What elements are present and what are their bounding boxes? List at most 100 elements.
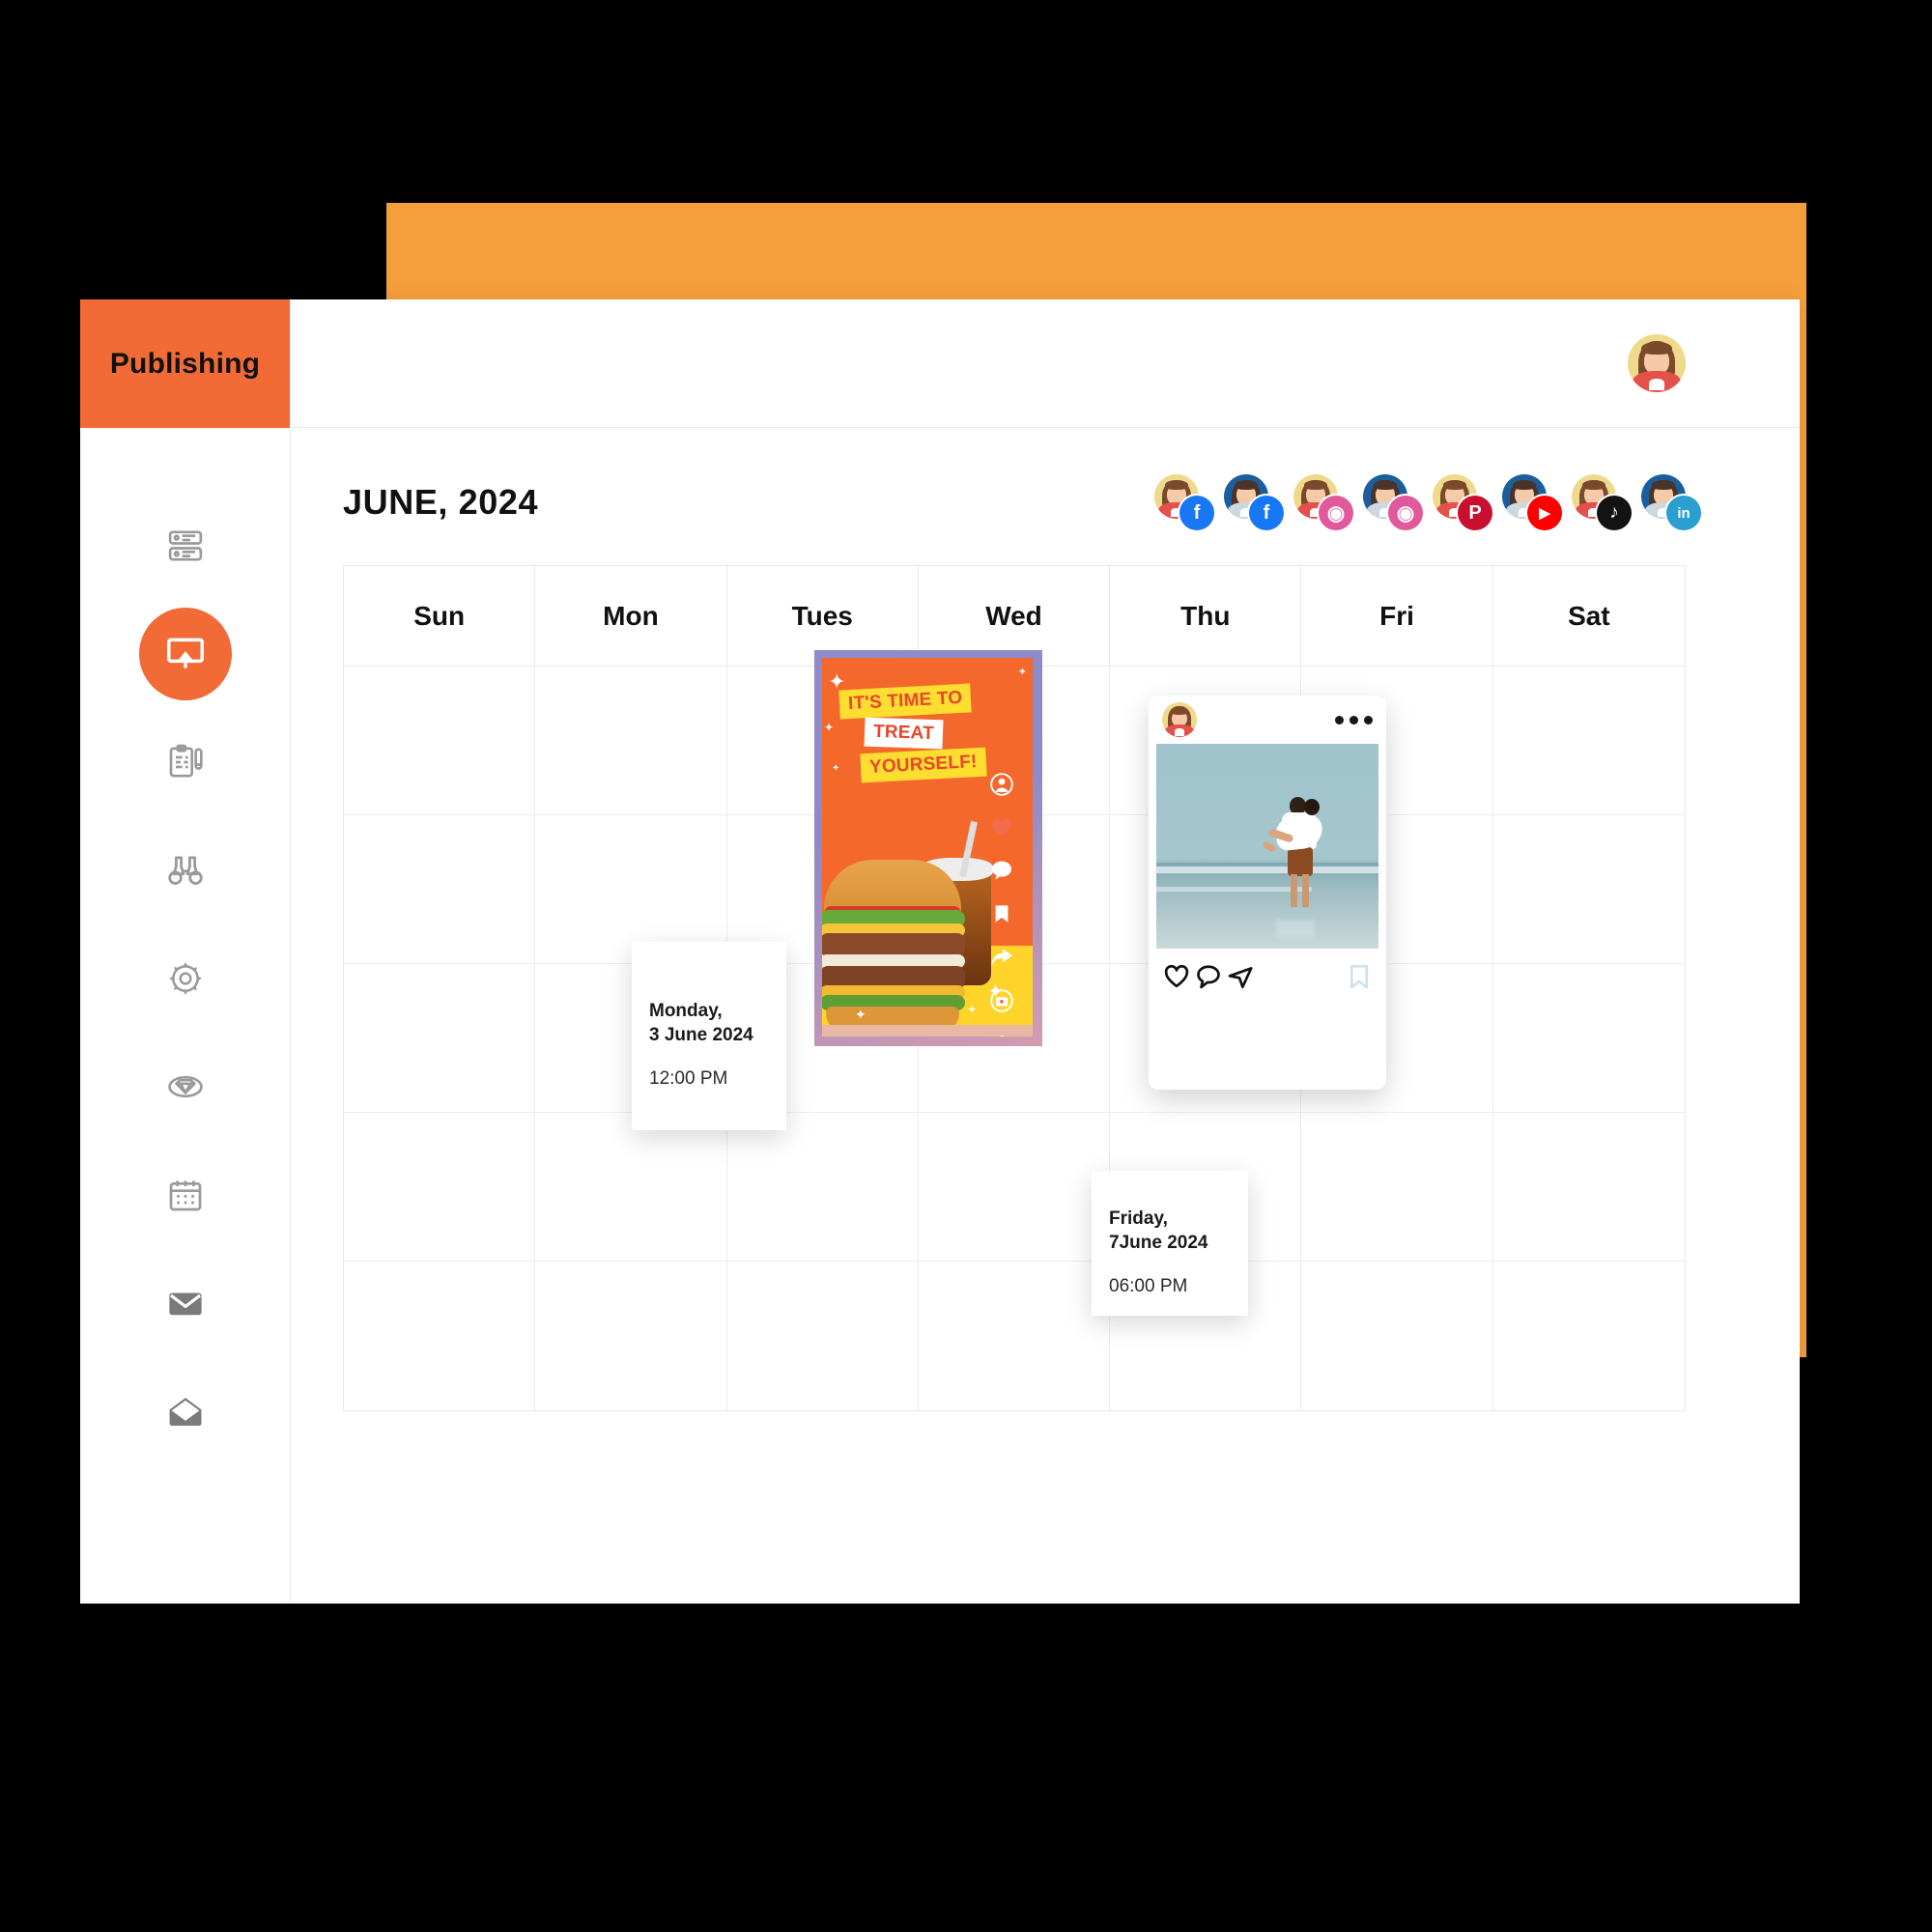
linkedin-icon: in [1666, 496, 1701, 530]
calendar-day-cell[interactable] [344, 1262, 536, 1410]
profile-icon[interactable] [980, 772, 1023, 797]
account-chip-linkedin[interactable]: in [1641, 474, 1701, 530]
sidebar-item-messages[interactable] [139, 1365, 232, 1458]
calendar-day-cell[interactable] [1492, 964, 1685, 1113]
account-chip-facebook[interactable]: f [1224, 474, 1284, 530]
calendar-day-cell[interactable] [1492, 815, 1685, 964]
account-chip-tiktok[interactable]: ♪ [1572, 474, 1632, 530]
calendar-day-header: Fri [1301, 566, 1493, 667]
calendar-day-cell[interactable] [344, 667, 536, 815]
avatar-fringe [1170, 706, 1189, 715]
account-chip-facebook[interactable]: f [1154, 474, 1214, 530]
schedule-card-monday[interactable]: Monday, 3 June 2024 12:00 PM [632, 942, 786, 1130]
calendar-day-cell[interactable] [344, 1113, 536, 1262]
gear-icon [166, 959, 205, 998]
calendar-header: JUNE, 2024 f f ◉ ◉ P ▶ ♪ in [291, 428, 1800, 530]
post-photo-beach-couple [1156, 744, 1378, 949]
couple-figure [1261, 797, 1334, 909]
calendar-day-cell[interactable] [1493, 1262, 1685, 1410]
calendar-day-cell[interactable] [344, 964, 536, 1113]
schedule-card-time: 06:00 PM [1109, 1276, 1188, 1297]
sidebar-item-calendar[interactable] [139, 1149, 232, 1241]
avatar-fringe [1304, 479, 1327, 491]
wave-foam [1156, 867, 1378, 874]
story-headline: IT'S TIME TO TREAT YOURSELF! [838, 683, 1031, 783]
envelope-closed-icon [165, 1283, 206, 1323]
schedule-card-day: Monday, 3 June 2024 [649, 1000, 786, 1047]
avatar[interactable] [1162, 702, 1197, 737]
comment-icon[interactable] [980, 859, 1023, 882]
avatar-fringe [1235, 479, 1258, 491]
calendar-day-cell[interactable] [535, 1113, 727, 1262]
calendar-day-header: Sat [1492, 566, 1685, 667]
more-options-icon[interactable] [1335, 715, 1373, 724]
sidebar-item-settings[interactable] [139, 932, 232, 1025]
brand-header: Publishing [80, 299, 290, 428]
avatar-collar [1174, 728, 1185, 736]
sparkle-icon: ✦ [1017, 667, 1027, 678]
headline-line-3: YOURSELF! [860, 747, 987, 783]
avatar-fringe [1641, 341, 1672, 355]
diamond-icon [165, 1066, 206, 1107]
sidebar-item-monitoring[interactable] [139, 824, 232, 917]
page-title: JUNE, 2024 [343, 482, 539, 522]
calendar-day-cell[interactable] [727, 1262, 919, 1410]
instagram-primary-actions [1162, 963, 1255, 995]
sidebar-item-content-planner[interactable] [139, 716, 232, 809]
calendar-icon [166, 1176, 205, 1214]
heart-icon[interactable] [1162, 963, 1191, 995]
woman-head [1303, 799, 1320, 816]
story-action-rail [980, 772, 1023, 1037]
heart-icon[interactable] [980, 816, 1023, 839]
comment-icon[interactable] [1195, 963, 1222, 995]
calendar-day-cell[interactable] [918, 1113, 1111, 1262]
calendar-week-row [344, 1113, 1685, 1262]
screenshot-stage: Publishing JUNE, 2024 f f ◉ ◉ P ▶ ♪ in S… [0, 0, 1932, 1932]
calendar-day-cell[interactable] [1301, 1262, 1493, 1410]
calendar-day-cell[interactable] [919, 1262, 1111, 1410]
man-leg [1290, 874, 1297, 908]
account-chip-pinterest[interactable]: P [1433, 474, 1492, 530]
burger-stack [822, 860, 965, 1033]
calendar-day-cell[interactable] [1301, 1113, 1493, 1262]
sea [1156, 862, 1378, 949]
instagram-post-header [1149, 696, 1386, 744]
account-chip-instagram[interactable]: ◉ [1363, 474, 1423, 530]
calendar-day-header: Thu [1110, 566, 1302, 667]
avatar-fringe [1165, 479, 1188, 491]
calendar-week-row [344, 1262, 1685, 1410]
share-icon[interactable] [980, 946, 1023, 969]
calendar-day-cell[interactable] [726, 1113, 919, 1262]
calendar-day-cell[interactable] [535, 667, 727, 815]
water-reflection [1276, 920, 1316, 938]
bookmark-icon[interactable] [1346, 964, 1373, 995]
sidebar-item-publishing[interactable] [138, 608, 232, 700]
sidebar-item-rewards[interactable] [139, 1040, 232, 1133]
sidebar-item-dashboard-server[interactable] [139, 499, 232, 592]
calendar-day-cell[interactable] [1492, 667, 1685, 815]
calendar-day-cell[interactable] [535, 1262, 727, 1410]
main-content: JUNE, 2024 f f ◉ ◉ P ▶ ♪ in Sun Mon Tues Wed Thu Fri… [291, 299, 1800, 1604]
schedule-card-friday[interactable]: Friday, 7June 2024 06:00 PM [1092, 1171, 1248, 1316]
clipboard-pen-icon [166, 743, 205, 781]
calendar-day-cell[interactable] [1492, 1113, 1685, 1262]
tiktok-icon: ♪ [1597, 496, 1632, 530]
sidebar-item-inbox[interactable] [139, 1257, 232, 1350]
camera-icon[interactable] [980, 988, 1023, 1013]
post-preview-instagram[interactable] [1149, 696, 1386, 1090]
woman-foot [1261, 840, 1277, 854]
account-chip-instagram[interactable]: ◉ [1293, 474, 1353, 530]
avatar[interactable] [1628, 334, 1686, 392]
calendar-day-header: Mon [535, 566, 727, 667]
calendar-day-cell[interactable] [344, 815, 536, 964]
send-icon[interactable] [1226, 963, 1255, 995]
schedule-card-time: 12:00 PM [649, 1068, 728, 1090]
instagram-icon: ◉ [1319, 496, 1353, 530]
instagram-save-action [1346, 962, 1373, 996]
bookmark-icon[interactable] [980, 901, 1023, 926]
post-creative-story-burger[interactable]: ✦ ✦ ✦ ✦ IT'S TIME TO TREAT YOURSELF! ✦ ✦… [814, 650, 1042, 1046]
person-icon[interactable] [980, 1033, 1023, 1037]
schedule-card-date: 7June 2024 [1109, 1232, 1208, 1253]
account-chip-youtube[interactable]: ▶ [1502, 474, 1562, 530]
pinterest-icon: P [1458, 496, 1492, 530]
